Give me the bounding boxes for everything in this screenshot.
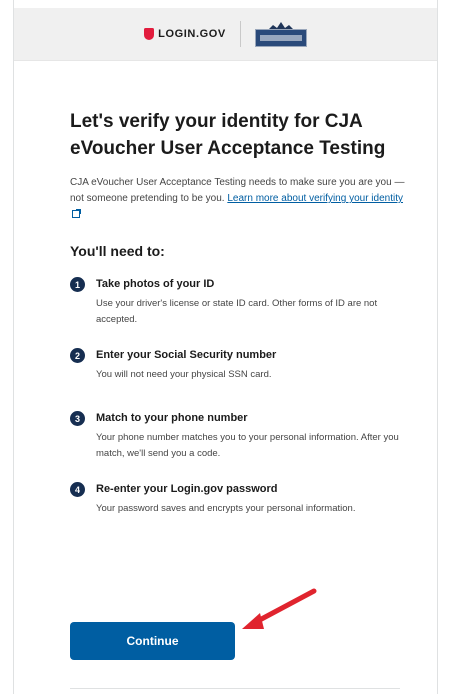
step-title: Enter your Social Security number bbox=[96, 349, 277, 361]
step-item: 4 Re-enter your Login.gov password Your … bbox=[70, 482, 410, 517]
step-number-badge: 1 bbox=[70, 277, 85, 292]
bottom-divider bbox=[70, 688, 400, 689]
agency-seal-box bbox=[254, 29, 307, 47]
step-title: Match to your phone number bbox=[96, 412, 248, 424]
step-description: Use your driver's license or state ID ca… bbox=[96, 298, 378, 325]
step-number-badge: 2 bbox=[70, 348, 85, 363]
external-link-icon bbox=[72, 209, 81, 219]
login-logo-text: LOGIN.GOV bbox=[158, 28, 226, 40]
intro-paragraph: CJA eVoucher User Acceptance Testing nee… bbox=[70, 175, 410, 223]
main-content: Let's verify your identity for CJA eVouc… bbox=[70, 108, 410, 537]
requirements-heading: You'll need to: bbox=[70, 243, 165, 259]
continue-button[interactable]: Continue bbox=[70, 622, 235, 660]
step-number-badge: 3 bbox=[70, 411, 85, 426]
step-item: 3 Match to your phone number Your phone … bbox=[70, 411, 410, 462]
requirements-list: 1 Take photos of your ID Use your driver… bbox=[70, 277, 410, 517]
page-title: Let's verify your identity for CJA eVouc… bbox=[70, 111, 386, 159]
annotation-arrow-icon bbox=[242, 588, 317, 629]
agency-seal-icon bbox=[254, 21, 307, 47]
step-title: Take photos of your ID bbox=[96, 278, 215, 290]
page: LOGIN.GOV Let's verify your identity for… bbox=[0, 0, 452, 694]
step-description: You will not need your physical SSN card… bbox=[96, 369, 272, 380]
step-description: Your phone number matches you to your pe… bbox=[96, 432, 399, 459]
step-number-badge: 4 bbox=[70, 482, 85, 497]
learn-more-link-label: Learn more about verifying your identity bbox=[227, 193, 403, 204]
learn-more-link[interactable]: Learn more about verifying your identity bbox=[227, 193, 403, 204]
login-gov-logo[interactable]: LOGIN.GOV bbox=[144, 28, 226, 40]
header-divider bbox=[239, 21, 241, 47]
site-header: LOGIN.GOV bbox=[14, 8, 437, 61]
step-description: Your password saves and encrypts your pe… bbox=[96, 503, 356, 514]
step-item: 2 Enter your Social Security number You … bbox=[70, 348, 410, 383]
step-title: Re-enter your Login.gov password bbox=[96, 483, 278, 495]
step-item: 1 Take photos of your ID Use your driver… bbox=[70, 277, 410, 328]
login-shield-icon bbox=[144, 28, 155, 40]
